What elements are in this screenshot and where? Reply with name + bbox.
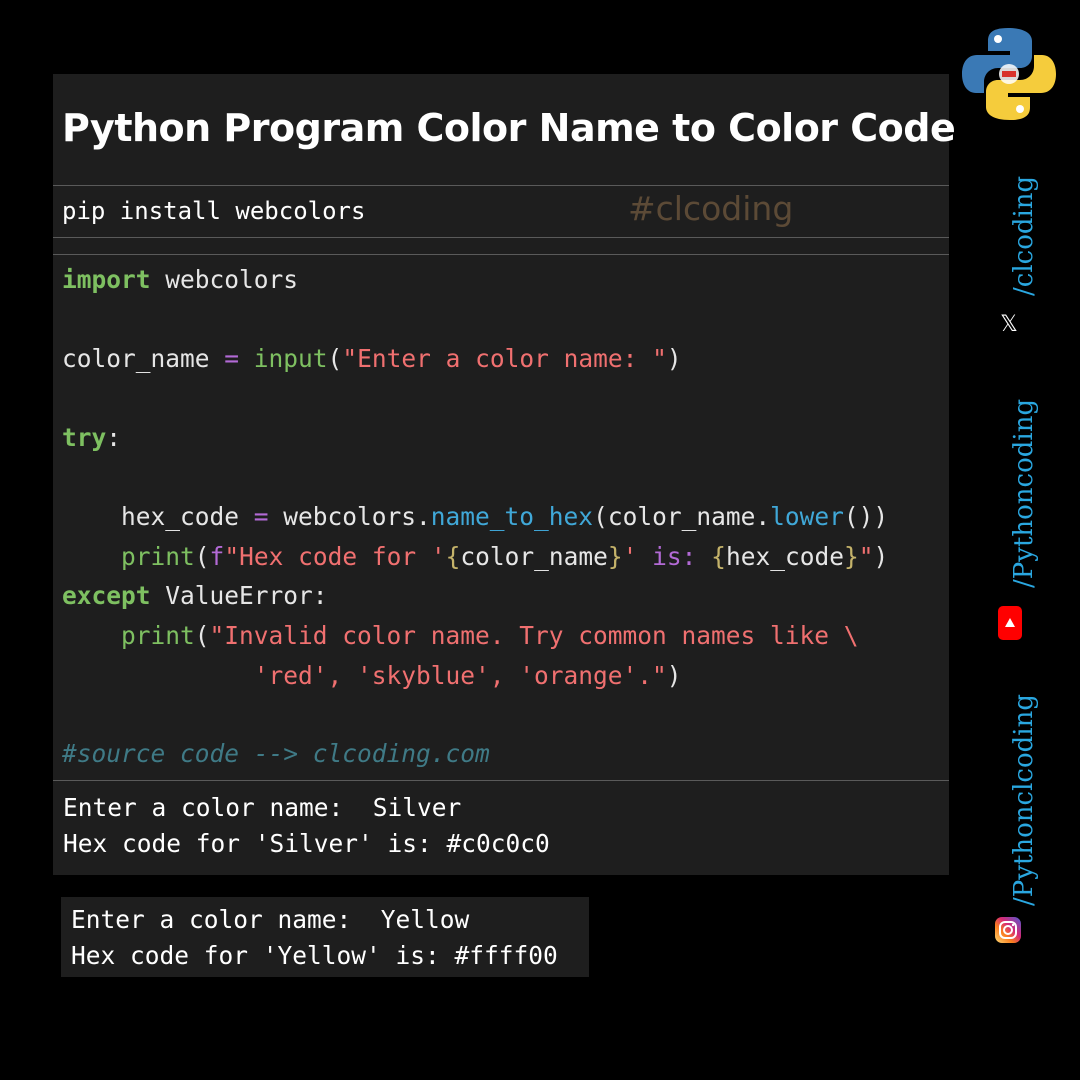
code-string: " — [858, 542, 874, 571]
python-logo-icon — [962, 28, 1056, 120]
code-text: ( — [327, 344, 343, 373]
code-line-try: try: — [62, 422, 121, 454]
code-line-import: import webcolors — [62, 264, 298, 296]
code-brace: { — [711, 542, 726, 571]
code-text: ) — [873, 542, 889, 571]
code-string: 'red', 'skyblue', 'orange'." — [253, 661, 667, 690]
code-text: (color_name. — [593, 502, 771, 531]
youtube-icon — [998, 606, 1022, 640]
code-text: ()) — [843, 502, 889, 531]
code-text: : — [106, 423, 122, 452]
code-string: "Hex code for ' — [224, 542, 446, 571]
divider — [53, 780, 949, 781]
keyword-try: try — [62, 423, 107, 452]
divider — [53, 185, 949, 186]
code-line-hex: hex_code = webcolors.name_to_hex(color_n… — [62, 501, 888, 533]
keyword-except: except — [62, 581, 151, 610]
code-line-input: color_name = input("Enter a color name: … — [62, 343, 682, 375]
code-text: webcolors — [150, 265, 299, 294]
code-comment: #source code --> clcoding.com — [62, 739, 490, 768]
code-string: "Invalid color name. Try common names li… — [209, 621, 859, 650]
code-method: lower — [770, 502, 844, 531]
code-text: ) — [666, 661, 682, 690]
code-line-print: print(f"Hex code for '{color_name}' is: … — [62, 541, 888, 573]
code-text: ) — [666, 344, 682, 373]
divider — [53, 237, 949, 238]
code-brace: } — [607, 542, 623, 571]
output-line: Enter a color name: Silver — [63, 793, 462, 822]
instagram-icon — [995, 917, 1021, 943]
install-command: pip install webcolors — [62, 197, 366, 225]
divider — [53, 254, 949, 255]
code-line-except: except ValueError: — [62, 580, 328, 612]
code-operator: = — [224, 344, 240, 373]
x-handle[interactable]: /clcoding — [1009, 176, 1039, 296]
code-text: hex_code — [62, 502, 254, 531]
code-brace: } — [843, 542, 859, 571]
code-text: color_name — [62, 344, 225, 373]
x-logo-icon: 𝕏 — [1000, 312, 1018, 337]
output-line: Hex code for 'Silver' is: #c0c0c0 — [63, 829, 550, 858]
code-line-print-error: print("Invalid color name. Try common na… — [62, 620, 859, 652]
code-keyword-is: is: — [652, 542, 697, 571]
code-text: ValueError: — [150, 581, 328, 610]
output-line: Hex code for 'Yellow' is: #ffff00 — [71, 941, 558, 970]
code-string: ' — [622, 542, 653, 571]
code-fstring-prefix: f — [209, 542, 225, 571]
youtube-handle[interactable]: /Pythoncoding — [1009, 399, 1039, 588]
code-text: hex_code — [725, 542, 844, 571]
code-line-print-error-cont: 'red', 'skyblue', 'orange'.") — [62, 660, 682, 692]
code-function: input — [239, 344, 328, 373]
code-text: webcolors. — [268, 502, 431, 531]
code-method: name_to_hex — [430, 502, 594, 531]
code-function: print — [121, 621, 195, 650]
code-function: print — [121, 542, 195, 571]
code-string: "Enter a color name: " — [342, 344, 667, 373]
instagram-handle[interactable]: /Pythonclcoding — [1009, 694, 1039, 906]
code-brace: { — [445, 542, 461, 571]
output-line: Enter a color name: Yellow — [71, 905, 470, 934]
hashtag-watermark: #clcoding — [628, 189, 794, 228]
page-title: Python Program Color Name to Color Code — [62, 106, 956, 150]
keyword-import: import — [62, 265, 151, 294]
code-operator: = — [253, 502, 269, 531]
code-text: ( — [194, 542, 210, 571]
code-text: color_name — [460, 542, 608, 571]
code-text: ( — [194, 621, 210, 650]
